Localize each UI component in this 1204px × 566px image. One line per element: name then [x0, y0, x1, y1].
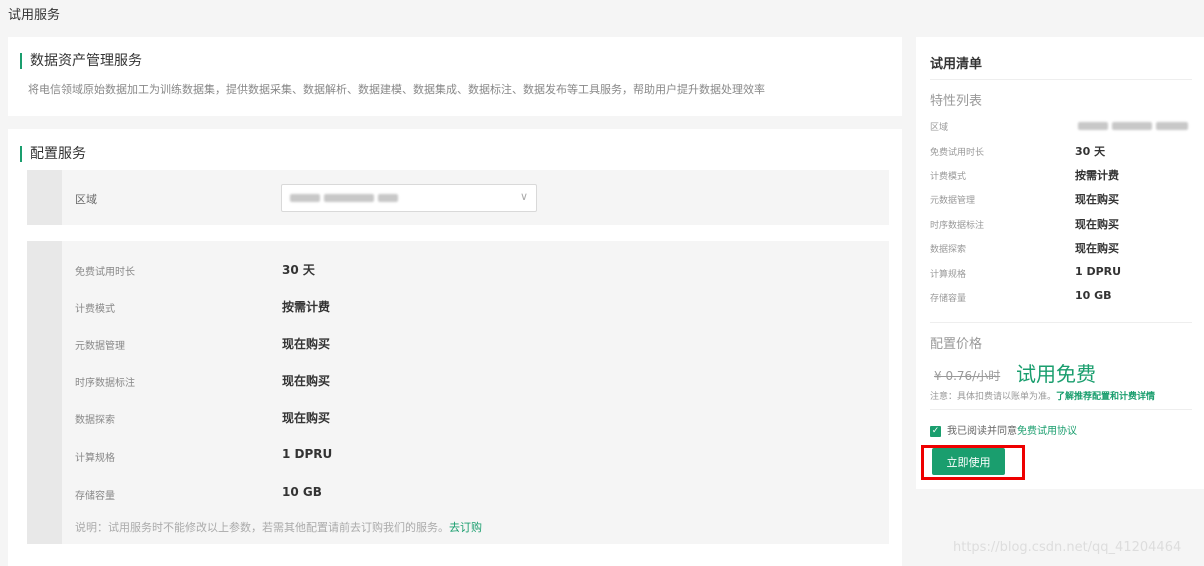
feature-row: 时序数据标注 现在购买 — [930, 216, 1192, 232]
region-select[interactable]: ∨ — [281, 184, 537, 212]
param-row: 元数据管理 现在购买 — [75, 335, 855, 355]
feature-row: 计费模式 按需计费 — [930, 167, 1192, 183]
region-label: 区域 — [75, 193, 97, 206]
config-card: 配置服务 区域 ∨ 免费试用时长 30 天 计费模式 按需计费 元数据管理 现在… — [8, 129, 902, 566]
free-trial-price: 试用免费 — [1016, 362, 1096, 386]
param-row: 存储容量 10 GB — [75, 485, 855, 505]
price-note: 注意：具体扣费请以账单为准。了解推荐配置和计费详情 — [930, 392, 1156, 402]
feature-row: 存储容量 10 GB — [930, 289, 1192, 305]
feature-row: 计算规格 1 DPRU — [930, 265, 1192, 281]
param-label: 元数据管理 — [75, 341, 125, 352]
param-row: 免费试用时长 30 天 — [75, 261, 855, 281]
service-description: 将电信领域原始数据加工为训练数据集，提供数据采集、数据解析、数据建模、数据集成、… — [28, 83, 765, 96]
agreement-checkbox[interactable]: ✓ — [930, 425, 941, 437]
feature-label: 免费试用时长 — [930, 148, 985, 158]
feature-value: 按需计费 — [1075, 169, 1119, 182]
param-label: 存储容量 — [75, 491, 115, 502]
feature-label: 区域 — [930, 123, 949, 133]
param-row: 数据探索 现在购买 — [75, 409, 855, 429]
param-label: 时序数据标注 — [75, 378, 135, 389]
param-value: 30 天 — [282, 263, 315, 277]
watermark: https://blog.csdn.net/qq_41204464 — [953, 540, 1182, 555]
feature-value: 10 GB — [1075, 289, 1112, 302]
param-value: 现在购买 — [282, 411, 331, 425]
features-title: 特性列表 — [930, 94, 983, 109]
feature-label: 时序数据标注 — [930, 221, 985, 231]
region-row: 区域 ∨ — [27, 170, 889, 225]
param-label: 计算规格 — [75, 453, 115, 464]
param-row: 计费模式 按需计费 — [75, 298, 855, 318]
feature-row: 数据探索 现在购买 — [930, 240, 1192, 256]
trial-agreement-link[interactable]: 免费试用协议 — [1017, 426, 1077, 437]
feature-value: 现在购买 — [1075, 242, 1119, 255]
config-note: 说明：试用服务时不能修改以上参数，若需其他配置请前去订购我们的服务。去订购 — [75, 521, 482, 534]
service-intro-card: 数据资产管理服务 将电信领域原始数据加工为训练数据集，提供数据采集、数据解析、数… — [8, 37, 902, 116]
config-title: 配置服务 — [20, 146, 86, 162]
trial-list-title: 试用清单 — [930, 57, 983, 72]
feature-value: 现在购买 — [1075, 193, 1119, 206]
param-row: 时序数据标注 现在购买 — [75, 372, 855, 392]
param-row: 计算规格 1 DPRU — [75, 447, 855, 467]
param-label: 计费模式 — [75, 304, 115, 315]
feature-label: 元数据管理 — [930, 196, 976, 206]
feature-row: 免费试用时长 30 天 — [930, 143, 1192, 159]
param-value: 1 DPRU — [282, 447, 333, 461]
param-label: 数据探索 — [75, 415, 115, 426]
agreement-row: ✓ 我已阅读并同意免费试用协议 — [930, 425, 1077, 437]
param-value: 现在购买 — [282, 337, 331, 351]
service-title: 数据资产管理服务 — [20, 53, 142, 69]
order-link[interactable]: 去订购 — [449, 521, 482, 534]
original-price: ¥ 0.76/小时 — [934, 369, 1001, 383]
feature-value: 30 天 — [1075, 145, 1106, 158]
params-panel: 免费试用时长 30 天 计费模式 按需计费 元数据管理 现在购买 时序数据标注 … — [27, 241, 889, 544]
param-label: 免费试用时长 — [75, 267, 135, 278]
pricing-details-link[interactable]: 了解推荐配置和计费详情 — [1056, 392, 1155, 402]
trial-list-panel: 试用清单 特性列表 区域 免费试用时长 30 天 计费模式 按需计费 元数据管理… — [916, 37, 1204, 489]
param-value: 现在购买 — [282, 374, 331, 388]
feature-label: 数据探索 — [930, 245, 967, 255]
feature-label: 存储容量 — [930, 294, 967, 304]
feature-value: 现在购买 — [1075, 218, 1119, 231]
price-title: 配置价格 — [930, 337, 983, 352]
page-title: 试用服务 — [8, 8, 61, 23]
feature-label: 计费模式 — [930, 172, 967, 182]
param-value: 按需计费 — [282, 300, 331, 314]
feature-row: 元数据管理 现在购买 — [930, 191, 1192, 207]
feature-row: 区域 — [930, 118, 1192, 134]
feature-label: 计算规格 — [930, 270, 967, 280]
feature-value: 1 DPRU — [1075, 265, 1122, 278]
highlight-box — [921, 445, 1025, 480]
param-value: 10 GB — [282, 485, 322, 499]
chevron-down-icon: ∨ — [519, 190, 528, 203]
